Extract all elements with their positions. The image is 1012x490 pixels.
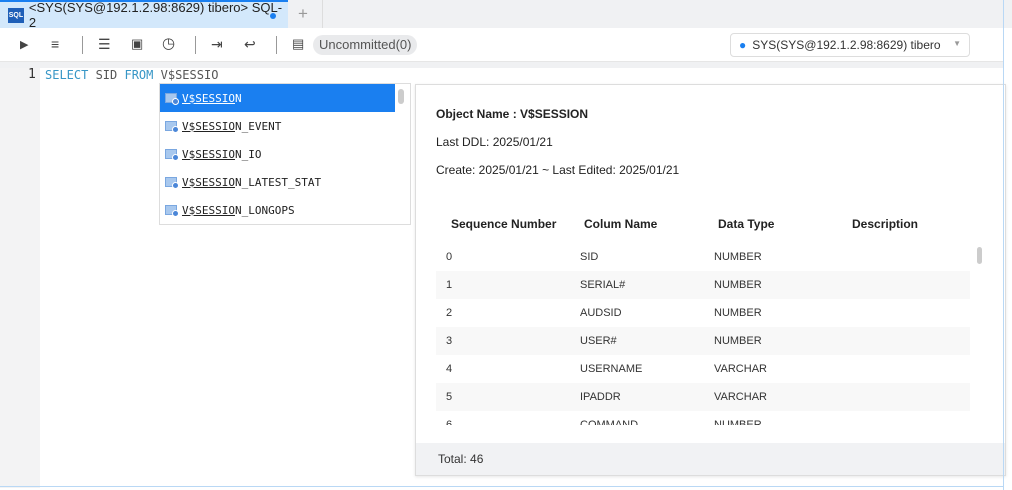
rest-text: N (234, 91, 242, 105)
table-cell: IPADDR (580, 391, 621, 403)
autocomplete-item[interactable]: V$SESSIO N_IO (160, 140, 395, 168)
table-cell: NUMBER (714, 251, 762, 263)
code-line[interactable]: SELECT SID FROM V$SESSIO (45, 68, 218, 82)
header-description: Description (852, 217, 919, 231)
autocomplete-item[interactable]: V$SESSIO N_LONGOPS (160, 196, 395, 224)
table-row[interactable]: 1 SERIAL# NUMBER (436, 271, 970, 299)
view-icon (165, 93, 179, 105)
table-row[interactable]: 3 USER# NUMBER (436, 327, 970, 355)
columns-table-body: 0 SID NUMBER 1 SERIAL# NUMBER 2 AUDSID NUMBER 3 US… (416, 243, 1005, 425)
header-data-type: Data Type (718, 217, 775, 231)
table-cell: NUMBER (714, 335, 762, 347)
view-icon (165, 121, 179, 133)
table-cell: NUMBER (714, 419, 762, 425)
divider (195, 36, 196, 54)
code-text: V$SESSIO (153, 68, 219, 82)
connection-select[interactable]: ● SYS(SYS@192.1.2.98:8629) tibero ▼ (730, 33, 970, 57)
indent-icon[interactable]: ⇥ (211, 36, 223, 53)
table-row[interactable]: 0 SID NUMBER (436, 243, 970, 271)
table-row[interactable]: 6 COMMAND NUMBER (436, 411, 970, 425)
table-cell: USER# (580, 335, 617, 347)
keyword-select: SELECT (45, 68, 89, 82)
run-icon[interactable]: ▶ (20, 38, 28, 51)
header-column-name: Colum Name (584, 217, 658, 231)
scrollbar[interactable] (977, 247, 982, 264)
total-count: Total: 46 (416, 443, 1005, 475)
table-cell: VARCHAR (714, 363, 767, 375)
view-icon (165, 177, 179, 189)
view-icon (165, 205, 179, 217)
tab-title: <SYS(SYS@192.1.2.98:8629) tibero> SQL-2 (28, 0, 283, 30)
table-cell: SERIAL# (580, 279, 626, 291)
scrollbar[interactable] (398, 89, 404, 104)
toolbar: ▶ ≡ ☰ ▣ ◷ ⇥ ↩ ▤ Uncommitted(0) ● SYS(SYS… (0, 28, 1004, 62)
last-ddl: Last DDL: 2025/01/21 (436, 135, 553, 149)
table-cell: 5 (446, 391, 453, 403)
table-cell: COMMAND (580, 419, 639, 425)
autocomplete-item[interactable]: V$SESSIO N (160, 84, 395, 112)
run-script-icon[interactable]: ≡ (51, 36, 59, 52)
table-row[interactable]: 5 IPADDR VARCHAR (436, 383, 970, 411)
rest-text: N_IO (234, 147, 262, 161)
table-cell: 3 (446, 335, 453, 347)
tab-sql-2[interactable]: SQL <SYS(SYS@192.1.2.98:8629) tibero> SQ… (0, 0, 288, 30)
keyword-from: FROM (124, 68, 154, 82)
divider (322, 0, 323, 28)
table-cell: 6 (446, 419, 453, 425)
uncommitted-badge[interactable]: Uncommitted(0) (313, 35, 418, 55)
transaction-list-icon[interactable]: ▤ (292, 36, 304, 52)
table-row[interactable]: 4 USERNAME VARCHAR (436, 355, 970, 383)
divider (276, 36, 277, 54)
table-cell: USERNAME (580, 363, 643, 375)
table-cell: AUDSID (580, 307, 622, 319)
tab-bar: SQL <SYS(SYS@192.1.2.98:8629) tibero> SQ… (0, 0, 1012, 30)
line-number: 1 (28, 67, 36, 82)
table-row[interactable]: 2 AUDSID NUMBER (436, 299, 970, 327)
table-cell: 4 (446, 363, 453, 375)
table-cell: VARCHAR (714, 391, 767, 403)
match-text: V$SESSIO (182, 175, 235, 189)
chart-icon[interactable]: ▣ (131, 36, 143, 52)
table-cell: 0 (446, 251, 453, 263)
create-date: Create: 2025/01/21 ~ Last Edited: 2025/0… (436, 163, 680, 177)
object-detail-panel: Object Name : V$SESSION Last DDL: 2025/0… (415, 84, 1006, 476)
autocomplete-item[interactable]: V$SESSIO N_LATEST_STAT (160, 168, 395, 196)
add-tab-button[interactable]: + (298, 4, 308, 24)
format-icon[interactable]: ☰ (98, 36, 111, 53)
rest-text: N_LONGOPS (234, 203, 295, 217)
code-text: SID (88, 68, 125, 82)
table-cell: NUMBER (714, 279, 762, 291)
chevron-down-icon: ▼ (953, 39, 961, 48)
return-icon[interactable]: ↩ (244, 36, 256, 53)
table-cell: 2 (446, 307, 453, 319)
divider (82, 36, 83, 54)
header-sequence: Sequence Number (451, 217, 557, 231)
line-gutter (0, 68, 40, 488)
table-cell: SID (580, 251, 599, 263)
rest-text: N_LATEST_STAT (234, 175, 322, 189)
table-cell: 1 (446, 279, 453, 291)
history-clock-icon[interactable]: ◷ (162, 34, 175, 52)
unsaved-dot-icon (270, 13, 276, 19)
autocomplete-item[interactable]: V$SESSIO N_EVENT (160, 112, 395, 140)
view-icon (165, 149, 179, 161)
connection-label: SYS(SYS@192.1.2.98:8629) tibero (752, 38, 941, 52)
autocomplete-popup: V$SESSIO N V$SESSIO N_EVENT V$SESSIO N_IO V$SE… (159, 83, 411, 225)
sql-file-icon: SQL (8, 7, 24, 23)
match-text: V$SESSIO (182, 147, 235, 161)
window-border (1003, 0, 1004, 490)
divider (0, 486, 1004, 487)
table-cell: NUMBER (714, 307, 762, 319)
object-name: Object Name : V$SESSION (436, 107, 589, 121)
match-text: V$SESSIO (182, 91, 235, 105)
match-text: V$SESSIO (182, 203, 235, 217)
match-text: V$SESSIO (182, 119, 235, 133)
rest-text: N_EVENT (234, 119, 282, 133)
user-icon: ● (739, 38, 747, 52)
